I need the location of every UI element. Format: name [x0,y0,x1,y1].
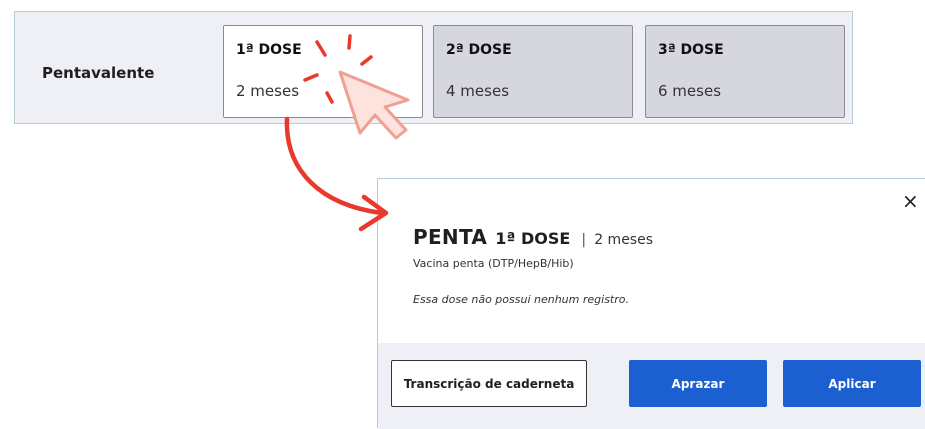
annotation-overlay [284,34,410,232]
cursor-arrow-icon [338,70,410,140]
curved-arrow-icon [284,116,389,232]
